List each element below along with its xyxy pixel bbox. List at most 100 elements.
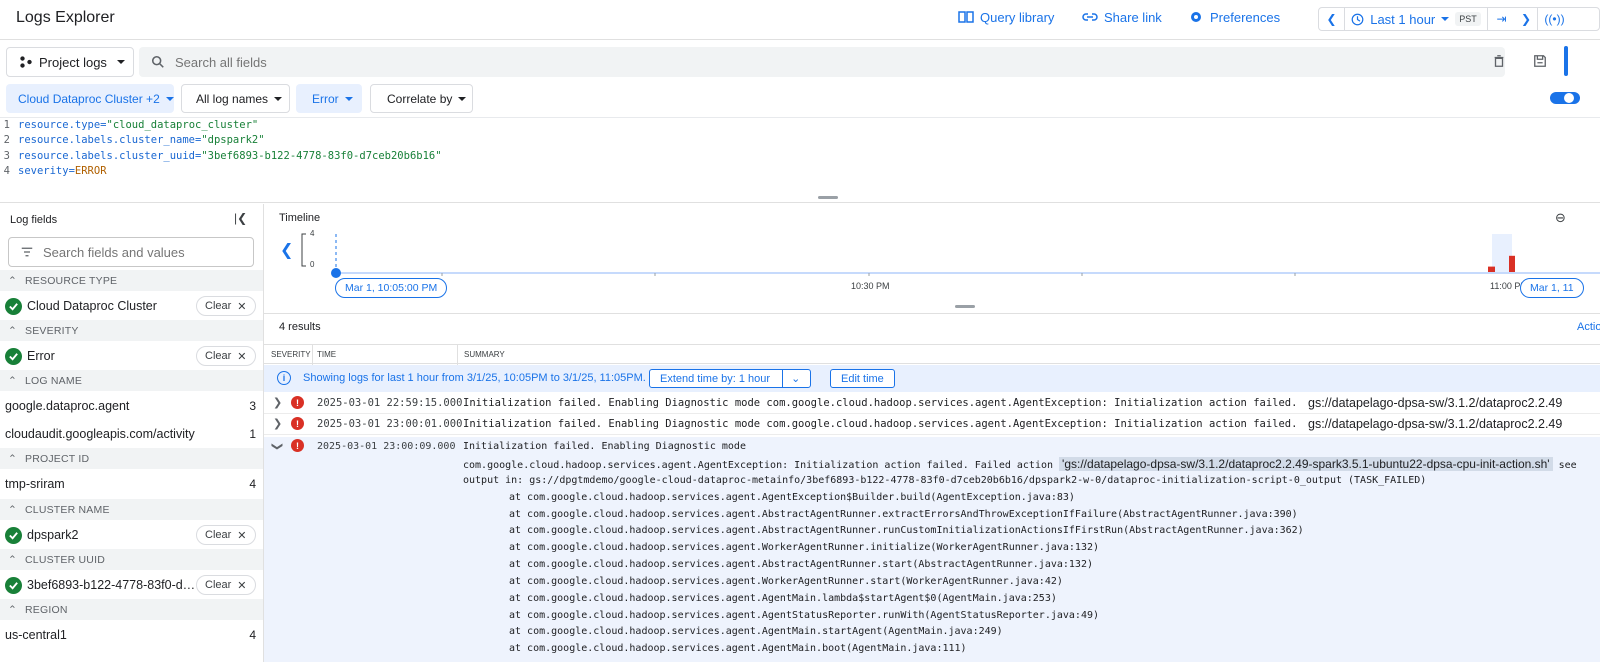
save-query-icon[interactable] [1533,54,1547,71]
chevron-up-icon: ⌃ [8,603,17,616]
col-summary[interactable]: SUMMARY [464,350,505,359]
error-severity-icon: ! [291,439,304,452]
close-icon: ✕ [237,350,247,363]
share-link-button[interactable]: Share link [1082,9,1162,25]
timeline-back-icon[interactable]: ❮ [280,240,293,260]
caret-down-icon [344,96,353,101]
next-range-button[interactable]: ❯ [1515,8,1537,30]
stack-trace-line: at com.google.cloud.hadoop.services.agen… [509,525,1304,536]
timeline-bar[interactable] [1509,255,1515,272]
share-link-label: Share link [1104,9,1162,25]
clear-filter-button[interactable]: Clear ✕ [196,525,256,545]
section-resource-type[interactable]: ⌃ RESOURCE TYPE [0,270,263,291]
section-cluster-name[interactable]: ⌃ CLUSTER NAME [0,499,263,520]
search-bar [139,47,1505,77]
check-circle-icon [5,297,22,315]
correlate-by-label: Correlate by [387,91,453,106]
caret-down-icon [165,96,174,101]
previous-range-button[interactable]: ❮ [1319,8,1345,30]
section-severity[interactable]: ⌃ SEVERITY [0,320,263,341]
expand-row-icon[interactable]: ❯ [273,417,282,430]
jump-to-now-button[interactable]: ⇥ [1487,8,1515,30]
field-value-project-id[interactable]: tmp-sriram 4 [0,470,263,498]
collapse-row-icon[interactable]: ❯ [271,442,284,451]
time-range-notice: i Showing logs for last 1 hour from 3/1/… [264,365,1600,392]
section-log-name[interactable]: ⌃ LOG NAME [0,370,263,391]
stack-trace-line: at com.google.cloud.hadoop.services.agen… [509,643,967,654]
section-region[interactable]: ⌃ REGION [0,599,263,620]
error-severity-icon: ! [291,396,304,409]
expand-row-icon[interactable]: ❯ [273,396,282,409]
time-range-controls: ❮ Last 1 hour PST ⇥ ❯ ((•)) [1318,7,1600,31]
clear-filter-button[interactable]: Clear ✕ [196,296,256,316]
resource-filter-label: Cloud Dataproc Cluster +2 [18,91,160,106]
query-library-button[interactable]: Query library [958,9,1054,25]
expanded-log-entry[interactable]: ❯ ! 2025-03-01 23:00:09.000 Initializati… [264,437,1600,662]
run-query-button-edge[interactable] [1564,46,1568,76]
page-title: Logs Explorer [16,9,115,26]
chevron-up-icon: ⌃ [8,324,17,337]
editor-resize-handle[interactable] [818,196,838,199]
clear-filter-button[interactable]: Clear ✕ [196,346,256,366]
log-timestamp: 2025-03-01 23:00:01.000 [317,418,463,430]
stack-trace-line: at com.google.cloud.hadoop.services.agen… [509,593,1057,604]
log-row[interactable]: ❯ ! 2025-03-01 22:59:15.000 Initializati… [264,393,1600,414]
col-time[interactable]: TIME [317,350,336,359]
field-value-log-name[interactable]: google.dataproc.agent 3 [0,392,263,420]
field-search-box [8,237,254,267]
query-editor[interactable]: 1 resource.type= "cloud_dataproc_cluster"… [0,117,1600,203]
stack-trace-line: at com.google.cloud.hadoop.services.agen… [509,626,1003,637]
field-value-cluster-name[interactable]: dpspark2 Clear ✕ [0,521,263,549]
stack-trace-line: at com.google.cloud.hadoop.services.agen… [509,610,1100,621]
extend-time-button[interactable]: Extend time by: 1 hour ⌄ [649,369,812,388]
chevron-up-icon: ⌃ [8,452,17,465]
log-message-line: output in: gs://dpgtmdemo/google-cloud-d… [463,475,1427,486]
actions-menu[interactable]: Actio [1577,321,1600,333]
range-end-pill[interactable]: Mar 1, 11 [1520,278,1584,298]
field-value-resource-type[interactable]: Cloud Dataproc Cluster Clear ✕ [0,292,263,320]
summary-field-chip[interactable]: gs://datapelago-dpsa-sw/3.1.2/dataproc2.… [1308,396,1562,410]
show-query-toggle[interactable] [1550,92,1580,104]
field-value-severity[interactable]: Error Clear ✕ [0,342,263,370]
log-row[interactable]: ❯ ! 2025-03-01 23:00:01.000 Initializati… [264,414,1600,435]
log-fields-title: Log fields [10,214,58,226]
failed-action-path[interactable]: 'gs://datapelago-dpsa-sw/3.1.2/dataproc2… [1059,457,1553,471]
timeline-bar[interactable] [1488,266,1495,272]
gear-icon [1191,12,1201,22]
range-start-pill[interactable]: Mar 1, 10:05:00 PM [335,278,448,298]
summary-field-chip[interactable]: gs://datapelago-dpsa-sw/3.1.2/dataproc2.… [1308,417,1562,431]
preferences-button[interactable]: Preferences [1188,9,1280,25]
timeline-resize-handle[interactable] [955,305,975,308]
time-range-selector[interactable]: Last 1 hour PST [1345,8,1487,30]
field-value-cluster-uuid[interactable]: 3bef6893-b122-4778-83f0-d… Clear ✕ [0,571,263,599]
results-count: 4 results [279,321,321,333]
scope-icon [20,56,32,68]
chevron-up-icon: ⌃ [8,503,17,516]
timezone-badge: PST [1455,12,1481,26]
col-severity[interactable]: SEVERITY [271,350,311,359]
severity-filter-chip[interactable]: Error [296,84,362,113]
jump-to-end-icon: ⇥ [1496,12,1507,26]
field-value-region[interactable]: us-central1 4 [0,621,263,649]
edit-time-button[interactable]: Edit time [830,369,895,388]
log-summary: Initialization failed. Enabling Diagnost… [463,418,1299,430]
search-input[interactable] [175,54,775,70]
close-icon: ✕ [237,579,247,592]
section-cluster-uuid[interactable]: ⌃ CLUSTER UUID [0,549,263,570]
log-names-filter-chip[interactable]: All log names [181,84,290,113]
correlate-by-chip[interactable]: Correlate by [370,84,473,113]
project-logs-button[interactable]: Project logs [6,47,134,77]
stream-logs-button[interactable]: ((•)) [1537,8,1571,30]
timeline-histogram[interactable]: 4 0 [296,224,1600,279]
field-search-input[interactable] [43,244,233,260]
chevron-down-icon[interactable]: ⌄ [782,369,800,388]
field-value-log-name[interactable]: cloudaudit.googleapis.com/activity 1 [0,420,263,448]
clear-filter-button[interactable]: Clear ✕ [196,575,256,595]
section-project-id[interactable]: ⌃ PROJECT ID [0,448,263,469]
search-icon [151,55,164,68]
collapse-panel-icon[interactable]: |❮ [234,211,247,225]
log-fields-panel: Log fields |❮ ⌃ RESOURCE TYPE Cloud Data… [0,204,264,662]
delete-icon[interactable] [1492,54,1506,71]
stack-trace-line: at com.google.cloud.hadoop.services.agen… [509,559,1093,570]
resource-filter-chip[interactable]: Cloud Dataproc Cluster +2 [6,84,174,113]
